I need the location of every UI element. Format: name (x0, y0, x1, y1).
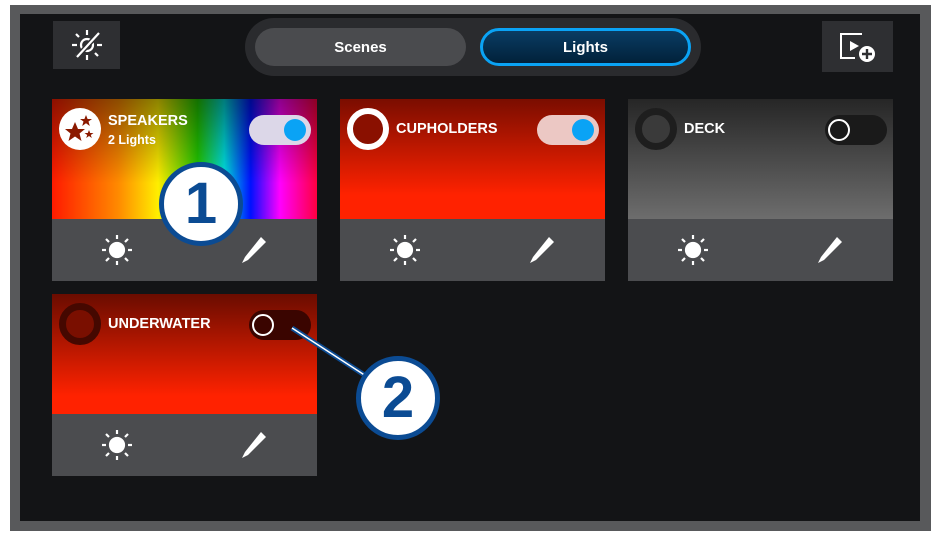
callout-leader-line (290, 325, 368, 379)
callout-2: 2 (356, 356, 440, 440)
callout-1: 1 (159, 162, 243, 246)
